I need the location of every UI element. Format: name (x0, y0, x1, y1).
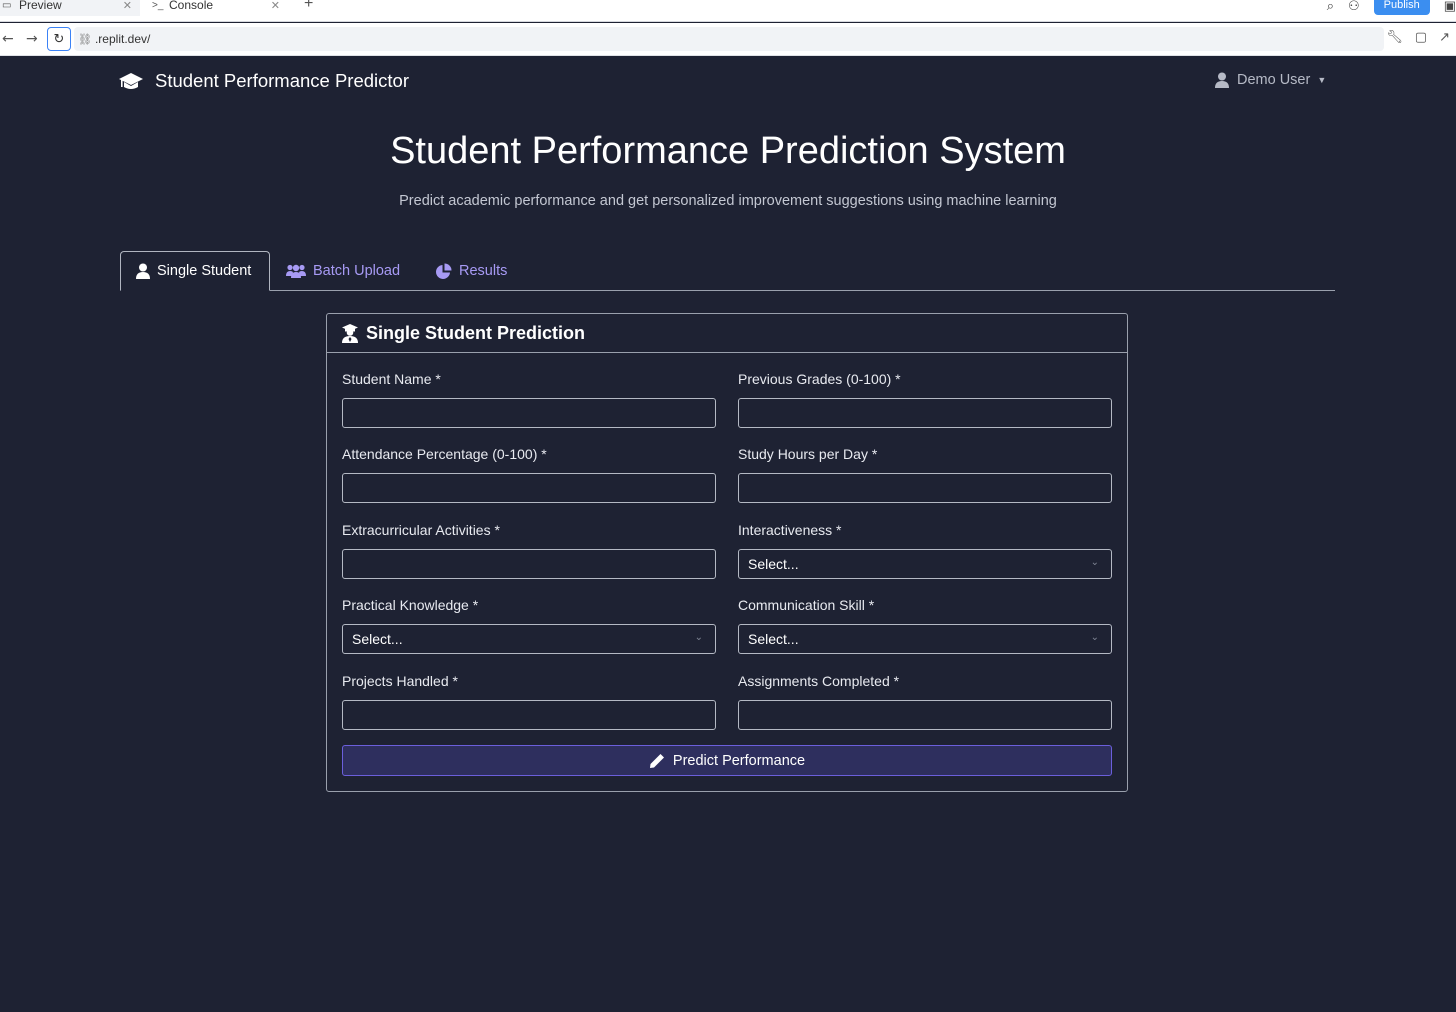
chevron-down-icon: ⌄ (1090, 557, 1099, 568)
brand-name: Student Performance Predictor (155, 70, 409, 91)
browser-tab-console[interactable]: >_ Console ✕ (148, 0, 288, 16)
predict-performance-button[interactable]: Predict Performance (342, 745, 1112, 776)
previous-grades-label: Previous Grades (0-100) * (738, 371, 901, 387)
select-value: Select... (352, 631, 403, 647)
student-name-input[interactable] (342, 398, 716, 428)
user-menu-dropdown[interactable]: Demo User ▼ (1215, 72, 1326, 88)
tab-label: Single Student (157, 263, 252, 279)
pie-chart-icon (436, 263, 452, 279)
predict-button-label: Predict Performance (672, 752, 806, 769)
study-hours-label: Study Hours per Day * (738, 446, 878, 462)
graduate-user-icon (342, 323, 358, 343)
address-bar-actions: 🔧︎ ▢ ↗ (1386, 30, 1450, 45)
link-icon: ⛓ (78, 33, 92, 46)
page-title: Student Performance Prediction System (390, 130, 1066, 172)
browser-tab-label: Preview (19, 0, 62, 12)
attendance-input[interactable] (342, 473, 716, 503)
search-icon[interactable]: ⌕ (1327, 0, 1334, 14)
card-header: Single Student Prediction (327, 314, 1127, 353)
invite-user-icon[interactable]: ⚇ (1348, 0, 1360, 14)
users-icon (286, 264, 306, 278)
external-link-icon[interactable]: ↗ (1439, 30, 1450, 45)
projects-handled-input[interactable] (342, 700, 716, 730)
extracurricular-input[interactable] (342, 549, 716, 579)
interactiveness-select[interactable]: Select... ⌄ (738, 549, 1112, 579)
practical-knowledge-label: Practical Knowledge * (342, 597, 479, 613)
pencil-icon (649, 753, 664, 768)
browser-tab-strip: ▭ Preview ✕ >_ Console ✕ + ⌕ ⚇ Publish ▣ (0, 0, 1456, 22)
tab-results[interactable]: Results (435, 251, 507, 291)
user-name: Demo User (1237, 72, 1311, 88)
tab-label: Batch Upload (313, 263, 401, 279)
extracurricular-label: Extracurricular Activities * (342, 522, 500, 538)
back-arrow-icon[interactable]: ← (2, 31, 14, 47)
panel-icon[interactable]: ▣ (1444, 0, 1456, 14)
url-text: .replit.dev/ (94, 32, 151, 46)
tab-batch-upload[interactable]: Batch Upload (286, 251, 400, 291)
close-icon[interactable]: ✕ (271, 0, 280, 12)
student-name-label: Student Name * (342, 371, 441, 387)
card-title: Single Student Prediction (366, 322, 586, 343)
previous-grades-input[interactable] (738, 398, 1112, 428)
close-icon[interactable]: ✕ (123, 0, 132, 12)
interactiveness-label: Interactiveness * (738, 522, 842, 538)
browser-tab-preview[interactable]: ▭ Preview ✕ (0, 0, 140, 16)
browser-toolbar-right: ⌕ ⚇ Publish ▣ (1327, 0, 1456, 16)
study-hours-input[interactable] (738, 473, 1112, 503)
attendance-label: Attendance Percentage (0-100) * (342, 446, 547, 462)
publish-button[interactable]: Publish (1373, 0, 1430, 15)
new-tab-button[interactable]: + (304, 0, 313, 13)
user-icon (136, 263, 150, 279)
communication-skill-label: Communication Skill * (738, 597, 875, 613)
forward-arrow-icon[interactable]: → (26, 31, 38, 47)
browser-tab-label: Console (169, 0, 214, 12)
chevron-down-icon: ⌄ (694, 632, 703, 643)
chevron-down-icon: ⌄ (1090, 632, 1099, 643)
page-subtitle: Predict academic performance and get per… (399, 193, 1057, 209)
address-bar: ← → ↻ ⛓ .replit.dev/ 🔧︎ ▢ ↗ (0, 23, 1456, 56)
reload-icon: ↻ (53, 31, 65, 47)
tab-single-student[interactable]: Single Student (120, 251, 270, 291)
reload-button[interactable]: ↻ (47, 27, 71, 51)
projects-handled-label: Projects Handled * (342, 673, 458, 689)
assignments-completed-input[interactable] (738, 700, 1112, 730)
assignments-completed-label: Assignments Completed * (738, 673, 900, 689)
single-student-prediction-card: Single Student Prediction Student Name *… (326, 313, 1128, 792)
caret-down-icon: ▼ (1317, 75, 1327, 85)
url-field[interactable]: ⛓ .replit.dev/ (74, 27, 1384, 51)
tab-label: Results (459, 263, 508, 279)
monitor-icon: ▭ (2, 0, 12, 11)
communication-skill-select[interactable]: Select... ⌄ (738, 624, 1112, 654)
select-value: Select... (748, 631, 799, 647)
select-value: Select... (748, 556, 799, 572)
terminal-icon: >_ (152, 0, 164, 11)
devices-icon[interactable]: ▢ (1415, 30, 1427, 45)
navbar-brand[interactable]: Student Performance Predictor (118, 70, 409, 92)
wrench-icon[interactable]: 🔧︎ (1386, 30, 1403, 45)
practical-knowledge-select[interactable]: Select... ⌄ (342, 624, 716, 654)
graduation-cap-icon (119, 73, 143, 89)
user-icon (1215, 72, 1229, 88)
